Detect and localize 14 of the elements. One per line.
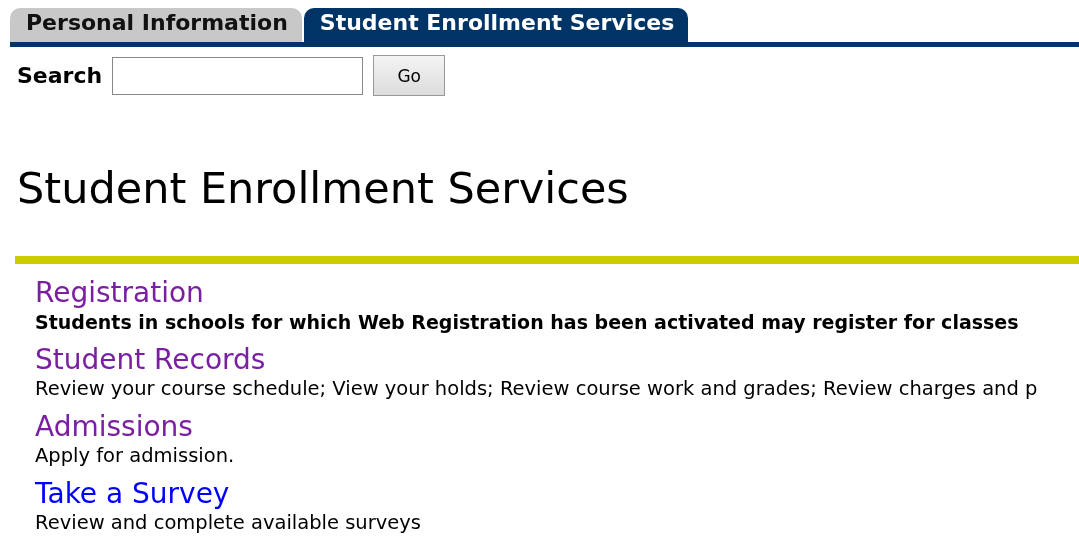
menu-link[interactable]: Registration [35,276,1079,310]
menu-description: Review your course schedule; View your holds; Review course work and grades; Review charges and p [35,377,1039,401]
go-button[interactable]: Go [373,55,446,96]
menu-link[interactable]: Admissions [35,410,1079,444]
tab[interactable]: Personal Information [10,8,302,42]
search-label: Search [17,63,103,88]
menu-link[interactable]: Student Records [35,343,1079,377]
menu-description: Students in schools for which Web Registration has been activated may register for classes [35,310,1020,334]
search-field[interactable] [112,56,364,95]
page-heading: Student Enrollment Services [17,162,630,214]
tab[interactable]: Student Enrollment Services [303,8,689,42]
menu-link[interactable]: Take a Survey [35,477,1079,511]
menu-description: Apply for admission. [35,444,236,468]
menu-description: Review and complete available surveys [35,511,422,535]
